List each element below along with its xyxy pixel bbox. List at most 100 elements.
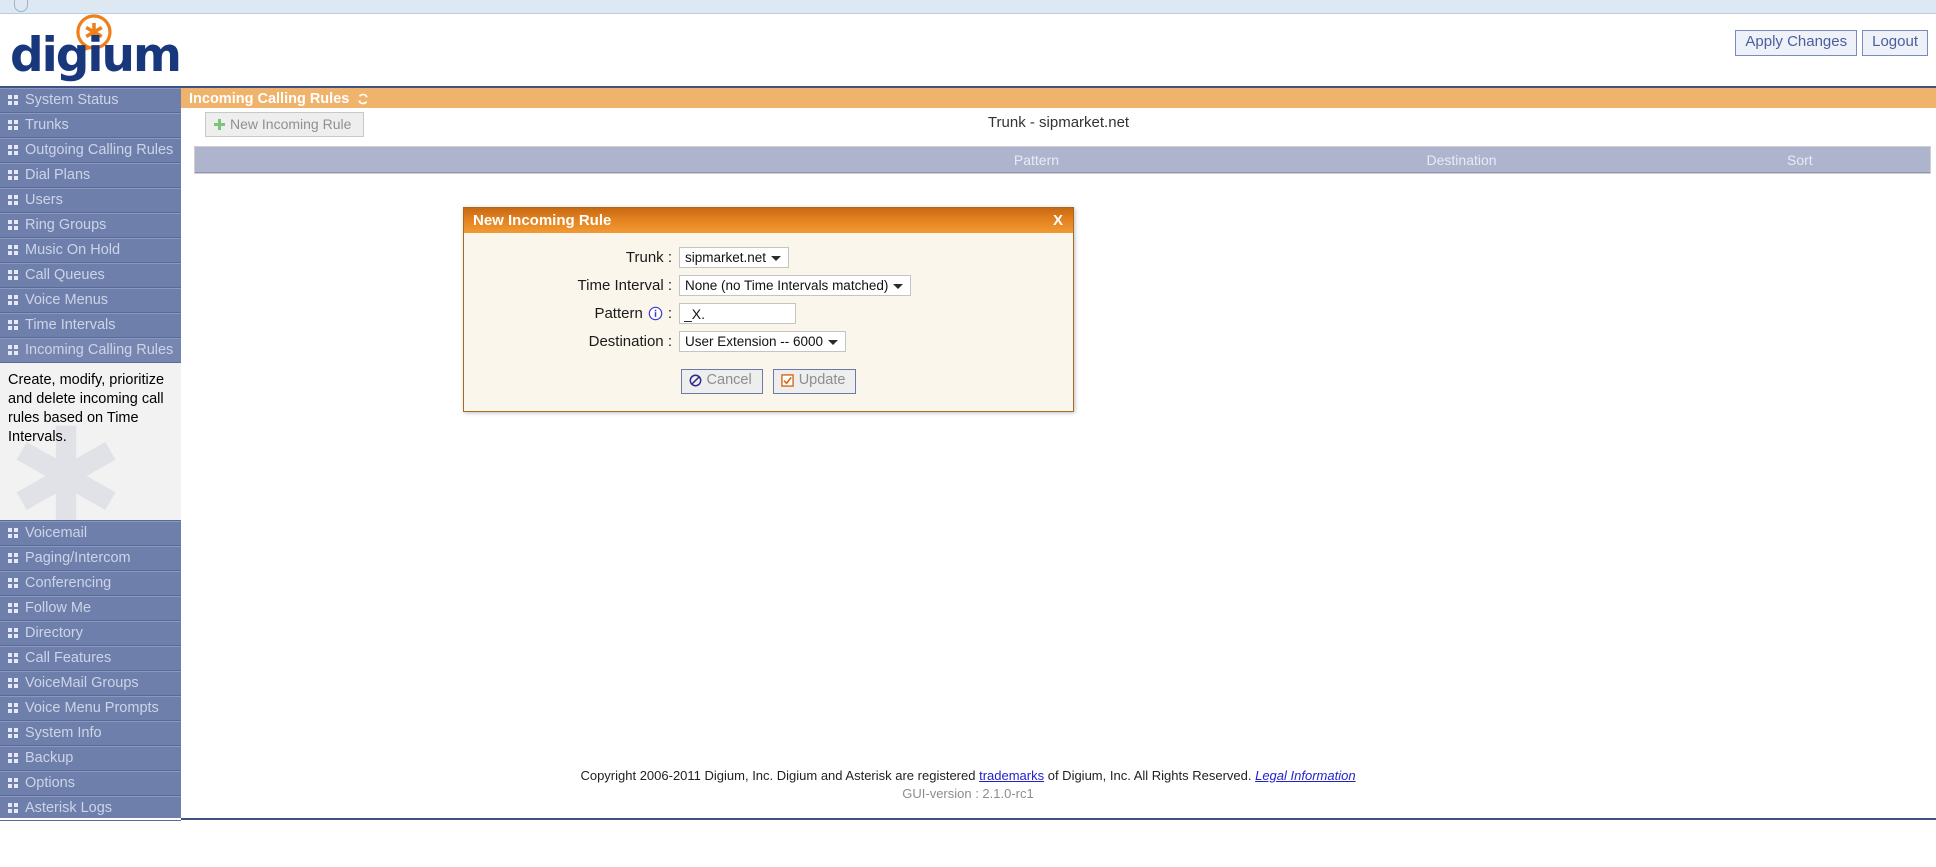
sidebar-item-label: Time Intervals [25, 313, 116, 338]
legal-information-link[interactable]: Legal Information [1255, 768, 1355, 783]
sidebar-item-label: Outgoing Calling Rules [25, 138, 173, 163]
pattern-input[interactable] [679, 303, 796, 324]
dialog-title: New Incoming Rule [473, 212, 611, 229]
page-body: System StatusTrunksOutgoing Calling Rule… [0, 86, 1936, 823]
sidebar-item-users[interactable]: Users [0, 188, 181, 213]
sidebar-item-follow-me[interactable]: Follow Me [0, 596, 181, 621]
info-icon[interactable] [648, 306, 663, 321]
sidebar-item-voicemail[interactable]: Voicemail [0, 521, 181, 546]
grid-icon [8, 653, 19, 664]
sidebar-item-trunks[interactable]: Trunks [0, 113, 181, 138]
page-title: Incoming Calling Rules [189, 91, 349, 107]
sidebar-item-label: Follow Me [25, 596, 91, 621]
update-button[interactable]: Update [773, 369, 857, 394]
apply-changes-button[interactable]: Apply Changes [1735, 30, 1857, 56]
sidebar-item-label: Users [25, 188, 63, 213]
sidebar-item-conferencing[interactable]: Conferencing [0, 571, 181, 596]
logout-button[interactable]: Logout [1862, 30, 1928, 56]
gui-version-label: GUI-version : 2.1.0-rc1 [0, 786, 1936, 801]
column-header-destination: Destination [1253, 152, 1669, 168]
sidebar-item-label: Dial Plans [25, 163, 90, 188]
sidebar-item-system-info[interactable]: System Info [0, 721, 181, 746]
plus-icon [214, 119, 225, 130]
new-incoming-rule-dialog: New Incoming Rule X Trunk : sipmarket.ne… [463, 207, 1074, 412]
sidebar-item-label: Voice Menus [25, 288, 108, 313]
sidebar-item-label: Ring Groups [25, 213, 106, 238]
sidebar-top-group: System StatusTrunksOutgoing Calling Rule… [0, 88, 181, 363]
destination-select[interactable]: User Extension -- 6000 [679, 331, 846, 352]
content-toolbar: New Incoming Rule Trunk - sipmarket.net [181, 108, 1936, 138]
grid-icon [8, 678, 19, 689]
chevron-down-icon [828, 340, 838, 345]
grid-icon [8, 628, 19, 639]
sidebar-item-paging-intercom[interactable]: Paging/Intercom [0, 546, 181, 571]
sidebar-item-label: VoiceMail Groups [25, 671, 139, 696]
pattern-label-colon: : [668, 305, 672, 322]
sidebar-item-voicemail-groups[interactable]: VoiceMail Groups [0, 671, 181, 696]
sidebar-item-label: Conferencing [25, 571, 111, 596]
logo-wordmark: digium [10, 32, 180, 79]
grid-icon [8, 603, 19, 614]
column-header-pattern: Pattern [820, 152, 1254, 168]
time-interval-label: Time Interval : [464, 277, 679, 294]
grid-icon [8, 345, 19, 356]
header-actions: Apply Changes Logout [1735, 30, 1928, 56]
grid-icon [8, 145, 19, 156]
sidebar-item-call-queues[interactable]: Call Queues [0, 263, 181, 288]
close-icon[interactable]: X [1053, 212, 1063, 229]
digium-logo: digium [8, 16, 173, 82]
grid-icon [8, 120, 19, 131]
grid-icon [8, 553, 19, 564]
sidebar-item-dial-plans[interactable]: Dial Plans [0, 163, 181, 188]
grid-icon [8, 95, 19, 106]
sidebar-nav: System StatusTrunksOutgoing Calling Rule… [0, 86, 181, 818]
sidebar-item-system-status[interactable]: System Status [0, 88, 181, 113]
trademarks-link[interactable]: trademarks [979, 768, 1044, 783]
grid-icon [8, 220, 19, 231]
trunk-select[interactable]: sipmarket.net [679, 247, 789, 268]
sidebar-item-label: Call Queues [25, 263, 105, 288]
dialog-title-bar: New Incoming Rule X [464, 208, 1073, 233]
grid-icon [8, 170, 19, 181]
sidebar-item-directory[interactable]: Directory [0, 621, 181, 646]
sidebar-description-panel: Create, modify, prioritize and delete in… [0, 363, 181, 521]
refresh-icon[interactable] [356, 92, 370, 106]
page-loading-glyph [14, 0, 28, 12]
sidebar-item-voice-menus[interactable]: Voice Menus [0, 288, 181, 313]
sidebar-item-outgoing-calling-rules[interactable]: Outgoing Calling Rules [0, 138, 181, 163]
sidebar-item-ring-groups[interactable]: Ring Groups [0, 213, 181, 238]
sidebar-item-incoming-calling-rules[interactable]: Incoming Calling Rules [0, 338, 181, 363]
time-interval-field-row: Time Interval : None (no Time Intervals … [464, 275, 1073, 296]
grid-icon [8, 195, 19, 206]
cancel-button[interactable]: Cancel [681, 369, 763, 394]
main-content: Incoming Calling Rules New Incoming Rule… [181, 86, 1936, 818]
sidebar-item-call-features[interactable]: Call Features [0, 646, 181, 671]
sidebar-item-music-on-hold[interactable]: Music On Hold [0, 238, 181, 263]
dialog-actions: Cancel Update [464, 359, 1073, 401]
copyright-pre: Copyright 2006-2011 Digium, Inc. Digium … [580, 768, 979, 783]
grid-icon [8, 703, 19, 714]
time-interval-select-value: None (no Time Intervals matched) [685, 278, 888, 293]
grid-icon [8, 295, 19, 306]
sidebar-item-label: System Info [25, 721, 102, 746]
grid-icon [8, 578, 19, 589]
grid-icon [8, 528, 19, 539]
sidebar-item-time-intervals[interactable]: Time Intervals [0, 313, 181, 338]
update-button-label: Update [799, 371, 846, 391]
column-header-sort: Sort [1670, 152, 1930, 168]
new-incoming-rule-button[interactable]: New Incoming Rule [205, 112, 364, 137]
grid-icon [8, 270, 19, 281]
sidebar-item-label: Trunks [25, 113, 69, 138]
grid-icon [8, 728, 19, 739]
sidebar-item-label: Paging/Intercom [25, 546, 131, 571]
chevron-down-icon [893, 284, 903, 289]
sidebar-item-voice-menu-prompts[interactable]: Voice Menu Prompts [0, 696, 181, 721]
time-interval-select[interactable]: None (no Time Intervals matched) [679, 275, 911, 296]
pattern-field-row: Pattern : [464, 303, 1073, 324]
cancel-icon [689, 374, 702, 387]
destination-select-value: User Extension -- 6000 [685, 334, 823, 349]
destination-field-row: Destination : User Extension -- 6000 [464, 331, 1073, 352]
trunk-select-value: sipmarket.net [685, 250, 766, 265]
grid-icon [8, 245, 19, 256]
dialog-body: Trunk : sipmarket.net Time Interval : No… [464, 233, 1073, 411]
